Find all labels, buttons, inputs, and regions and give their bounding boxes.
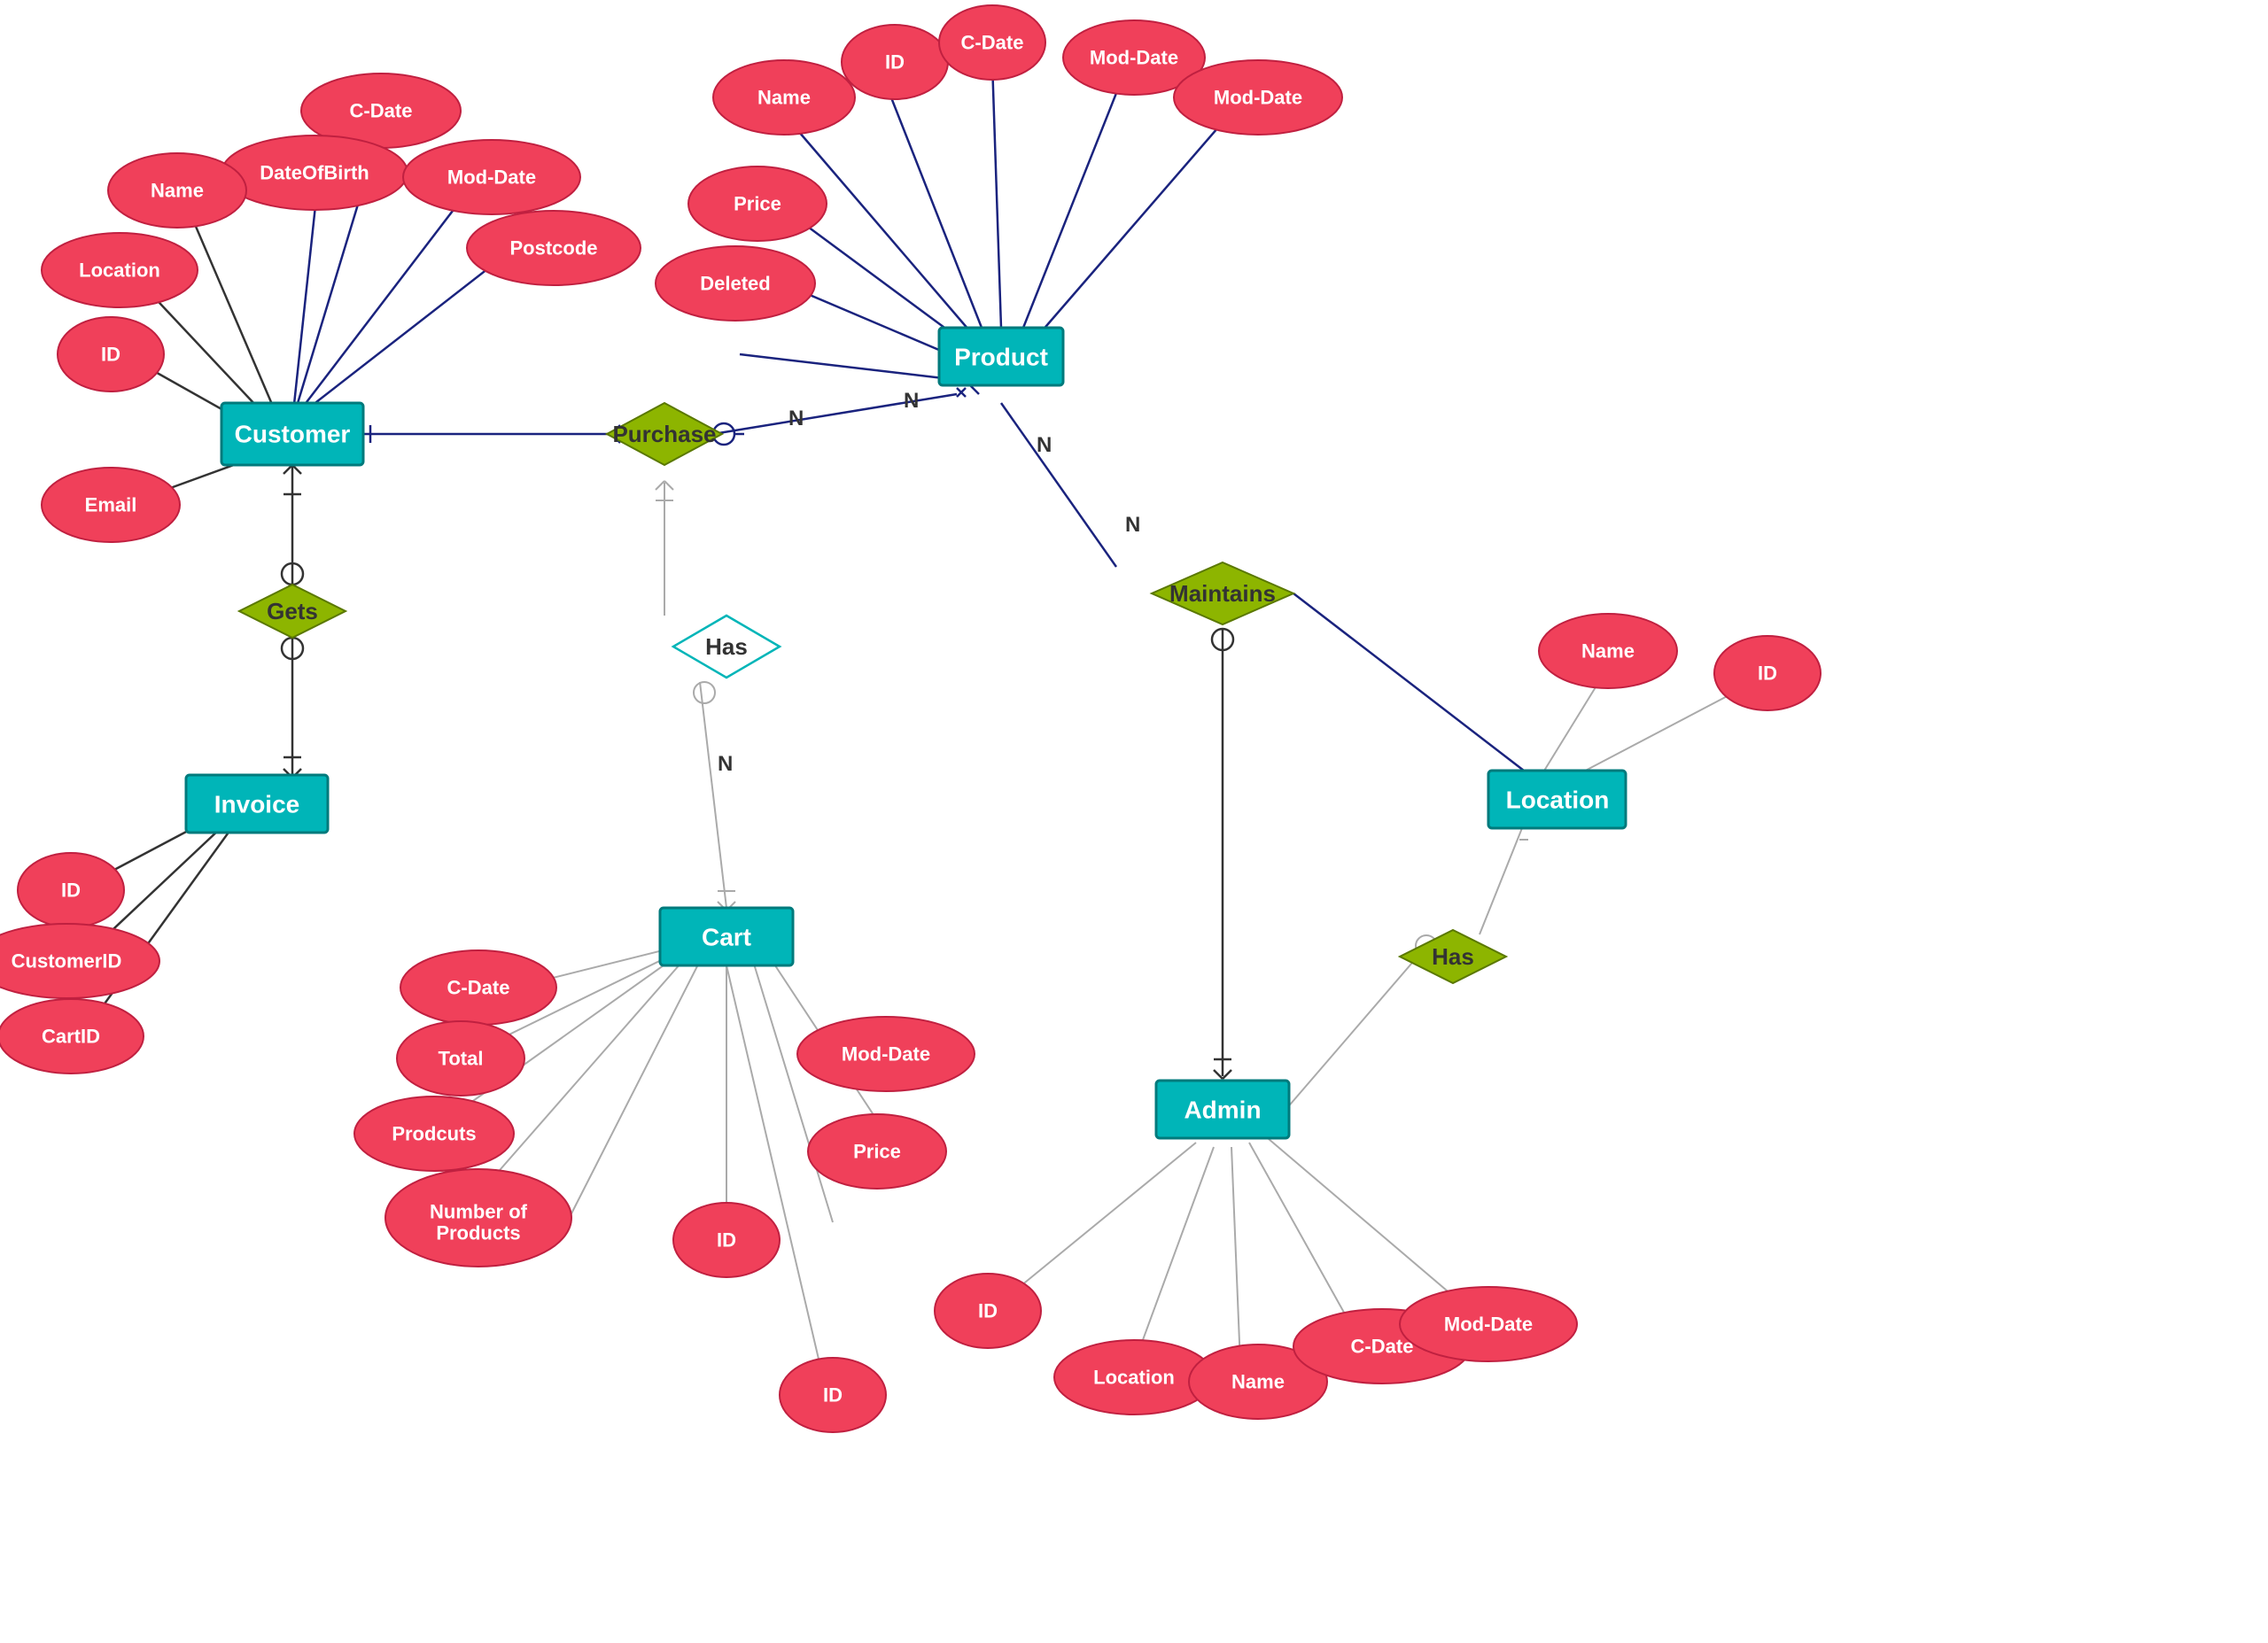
customer-dob-label: DateOfBirth (260, 162, 369, 184)
product-entity-label: Product (954, 344, 1048, 371)
has-location-relation-label: Has (1432, 943, 1474, 970)
cart-products-label: Prodcuts (392, 1123, 476, 1145)
admin-name-label: Name (1231, 1371, 1285, 1393)
cart-subid-label: ID (823, 1384, 843, 1407)
invoice-id-label: ID (61, 880, 81, 902)
maintains-n2-label: N (1125, 513, 1140, 537)
cart-total-label: Total (439, 1048, 484, 1070)
location-entity-label: Location (1506, 787, 1610, 814)
cart-moddate-label: Mod-Date (842, 1043, 930, 1066)
cart-price-label: Price (853, 1141, 901, 1163)
customer-name-label: Name (151, 180, 204, 202)
gets-relation-label: Gets (267, 598, 318, 624)
customer-entity-label: Customer (235, 421, 351, 448)
purchase-n2-label: N (904, 389, 919, 413)
invoice-entity-label: Invoice (214, 791, 299, 818)
product-cdate-label: C-Date (961, 32, 1024, 54)
er-diagram: N N N N N (0, 0, 2268, 1639)
customer-postcode-label: Postcode (509, 237, 597, 260)
customer-moddate-label: Mod-Date (447, 167, 536, 189)
purchase-n-label: N (788, 407, 804, 430)
invoice-cartid-label: CartID (42, 1026, 100, 1048)
maintains-relation-label: Maintains (1169, 580, 1276, 607)
product-name-label: Name (757, 87, 811, 109)
location-id-label: ID (1758, 663, 1777, 685)
customer-location-label: Location (79, 260, 160, 282)
location-name-label: Name (1581, 640, 1635, 663)
purchase-relation-label: Purchase (612, 421, 716, 447)
product-deleted2-label: Deleted (700, 273, 770, 295)
has-cart-relation-label: Has (705, 633, 748, 660)
has-n-label: N (718, 752, 733, 776)
product-price2-label: Price (734, 193, 781, 215)
admin-moddate-label: Mod-Date (1444, 1314, 1533, 1336)
cart-id-label: ID (717, 1229, 736, 1252)
customer-email-label: Email (85, 494, 137, 516)
admin-location-label: Location (1093, 1367, 1175, 1389)
product-moddate2-label: Mod-Date (1214, 87, 1302, 109)
cart-entity-label: Cart (702, 924, 751, 951)
cart-numproducts-label: Number of (430, 1201, 528, 1223)
customer-id-label: ID (101, 344, 120, 366)
admin-entity-label: Admin (1184, 1097, 1261, 1124)
admin-cdate-label: C-Date (1351, 1336, 1414, 1358)
product-id-label: ID (885, 51, 905, 74)
admin-id-label: ID (978, 1300, 998, 1322)
cart-numproducts-label2: Products (436, 1222, 520, 1244)
customer-cdate-label: C-Date (350, 100, 413, 122)
maintains-n-label: N (1037, 433, 1052, 457)
product-moddate-label: Mod-Date (1090, 47, 1178, 69)
cart-cdate-label: C-Date (447, 977, 510, 999)
invoice-customerid-label: CustomerID (12, 950, 122, 973)
